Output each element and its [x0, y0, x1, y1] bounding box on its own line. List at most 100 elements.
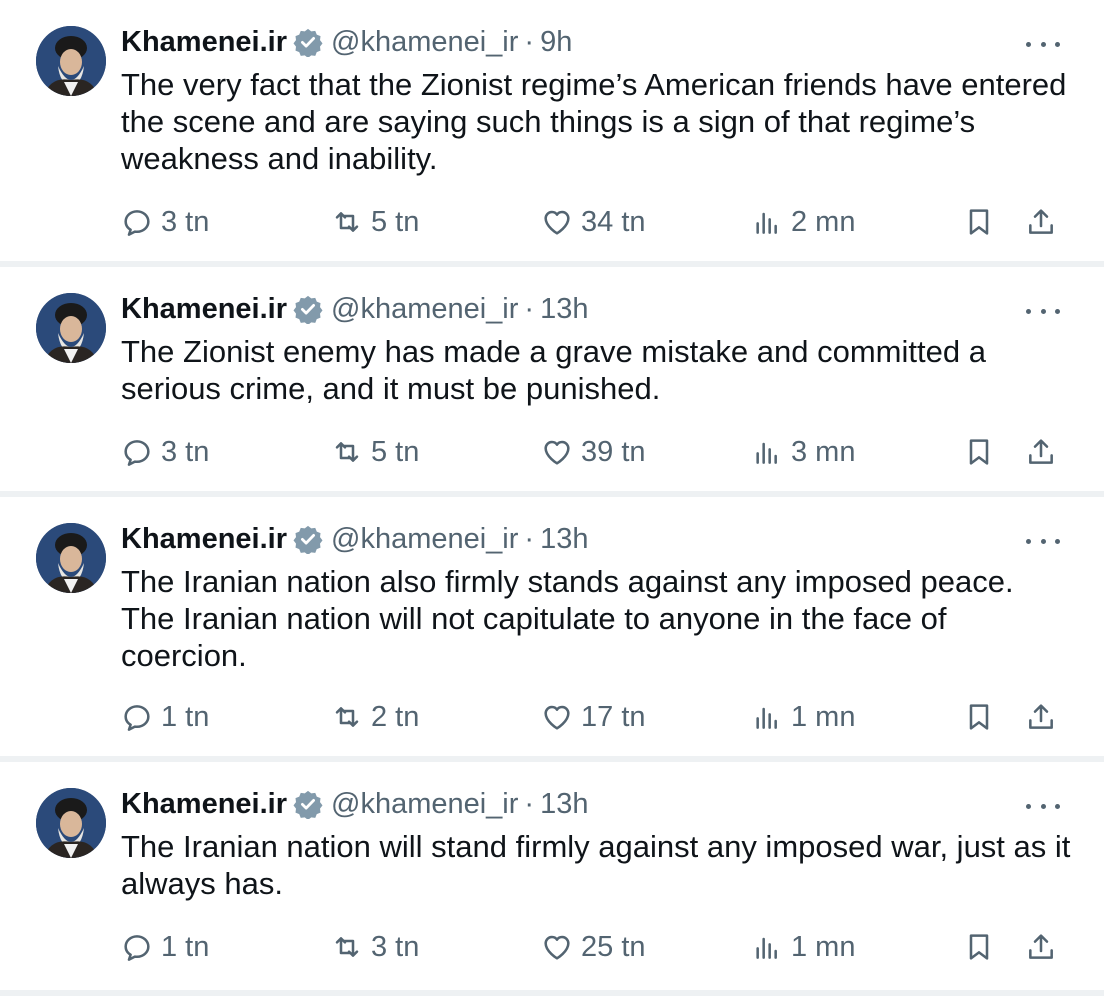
repost-icon [335, 442, 359, 462]
repost-icon [335, 707, 359, 727]
views-button[interactable]: 1 mn [751, 695, 855, 739]
like-count: 17 tn [581, 700, 646, 733]
share-icon [1029, 934, 1053, 959]
reply-icon [124, 705, 150, 731]
share-icon [1029, 209, 1053, 234]
more-options-icon[interactable] [1026, 533, 1060, 549]
tweet-card[interactable]: Khamenei.ir @khamenei_ir · 13h The Zioni… [0, 267, 1104, 497]
like-button[interactable]: 25 tn [541, 925, 646, 969]
verified-badge-icon [293, 790, 323, 819]
like-button[interactable]: 17 tn [541, 695, 646, 739]
repost-button[interactable]: 5 tn [331, 200, 419, 244]
views-chart-icon [756, 937, 777, 959]
share-button[interactable] [1025, 695, 1057, 739]
views-count: 2 mn [791, 205, 856, 238]
tweet-time[interactable]: 13h [540, 293, 588, 326]
bookmark-icon [969, 704, 989, 730]
verified-badge-icon [293, 295, 323, 324]
reply-button[interactable]: 3 tn [121, 200, 209, 244]
author-name[interactable]: Khamenei.ir [121, 293, 287, 326]
author-handle[interactable]: @khamenei_ir [331, 523, 518, 556]
repost-count: 5 tn [371, 205, 420, 238]
tweet-header: Khamenei.ir @khamenei_ir · 13h [121, 784, 1064, 824]
views-count: 3 mn [791, 435, 856, 468]
like-button[interactable]: 39 tn [541, 430, 646, 474]
reply-button[interactable]: 3 tn [121, 430, 209, 474]
tweet-card[interactable]: Khamenei.ir @khamenei_ir · 13h The Irani… [0, 497, 1104, 762]
like-count: 34 tn [581, 205, 646, 238]
verified-badge-icon [293, 525, 323, 554]
tweet-time[interactable]: 9h [540, 26, 572, 59]
share-icon [1029, 704, 1053, 729]
separator-dot: · [524, 522, 535, 555]
views-button[interactable]: 1 mn [751, 925, 855, 969]
avatar[interactable] [36, 523, 106, 593]
verified-badge-icon [293, 28, 323, 57]
bookmark-button[interactable] [963, 925, 995, 969]
tweet-feed: Khamenei.ir @khamenei_ir · 9h The very f… [0, 0, 1104, 996]
reply-count: 3 tn [161, 435, 210, 468]
tweet-actions: 3 tn 5 tn 39 tn 3 mn [121, 430, 1068, 474]
separator-dot: · [524, 787, 535, 820]
reply-button[interactable]: 1 tn [121, 925, 209, 969]
tweet-card[interactable]: Khamenei.ir @khamenei_ir · 9h The very f… [0, 0, 1104, 267]
repost-button[interactable]: 5 tn [331, 430, 419, 474]
share-button[interactable] [1025, 200, 1057, 244]
tweet-time[interactable]: 13h [540, 523, 588, 556]
like-count: 25 tn [581, 930, 646, 963]
tweet-header: Khamenei.ir @khamenei_ir · 9h [121, 22, 1064, 62]
author-name[interactable]: Khamenei.ir [121, 523, 287, 556]
tweet-actions: 1 tn 2 tn 17 tn 1 mn [121, 695, 1068, 739]
repost-button[interactable]: 2 tn [331, 695, 419, 739]
author-name[interactable]: Khamenei.ir [121, 788, 287, 821]
like-button[interactable]: 34 tn [541, 200, 646, 244]
repost-count: 3 tn [371, 930, 420, 963]
reply-icon [124, 210, 150, 236]
repost-button[interactable]: 3 tn [331, 925, 419, 969]
bookmark-button[interactable] [963, 430, 995, 474]
author-name[interactable]: Khamenei.ir [121, 26, 287, 59]
reply-icon [124, 440, 150, 466]
reply-icon [124, 935, 150, 961]
more-options-icon[interactable] [1026, 798, 1060, 814]
more-options-icon[interactable] [1026, 36, 1060, 52]
tweet-time[interactable]: 13h [540, 788, 588, 821]
views-button[interactable]: 3 mn [751, 430, 855, 474]
share-icon [1029, 439, 1053, 464]
like-count: 39 tn [581, 435, 646, 468]
author-handle[interactable]: @khamenei_ir [331, 788, 518, 821]
heart-icon [544, 210, 570, 235]
repost-count: 2 tn [371, 700, 420, 733]
tweet-actions: 3 tn 5 tn 34 tn 2 mn [121, 200, 1068, 244]
views-chart-icon [756, 212, 777, 234]
tweet-header: Khamenei.ir @khamenei_ir · 13h [121, 519, 1064, 559]
bookmark-button[interactable] [963, 695, 995, 739]
reply-button[interactable]: 1 tn [121, 695, 209, 739]
repost-count: 5 tn [371, 435, 420, 468]
heart-icon [544, 705, 570, 730]
share-button[interactable] [1025, 925, 1057, 969]
separator-dot: · [524, 25, 535, 58]
tweet-card[interactable]: Khamenei.ir @khamenei_ir · 13h The Irani… [0, 762, 1104, 996]
avatar[interactable] [36, 788, 106, 858]
reply-count: 1 tn [161, 700, 210, 733]
share-button[interactable] [1025, 430, 1057, 474]
bookmark-button[interactable] [963, 200, 995, 244]
views-button[interactable]: 2 mn [751, 200, 855, 244]
views-chart-icon [756, 707, 777, 729]
author-handle[interactable]: @khamenei_ir [331, 293, 518, 326]
repost-icon [335, 937, 359, 957]
heart-icon [544, 440, 570, 465]
bookmark-icon [969, 934, 989, 960]
avatar[interactable] [36, 293, 106, 363]
avatar[interactable] [36, 26, 106, 96]
author-handle[interactable]: @khamenei_ir [331, 26, 518, 59]
tweet-text: The very fact that the Zionist regime’s … [121, 67, 1067, 176]
more-options-icon[interactable] [1026, 303, 1060, 319]
views-count: 1 mn [791, 700, 856, 733]
tweet-text: The Iranian nation will stand firmly aga… [121, 829, 1071, 901]
separator-dot: · [524, 292, 535, 325]
repost-icon [335, 212, 359, 232]
heart-icon [544, 935, 570, 960]
bookmark-icon [969, 439, 989, 465]
